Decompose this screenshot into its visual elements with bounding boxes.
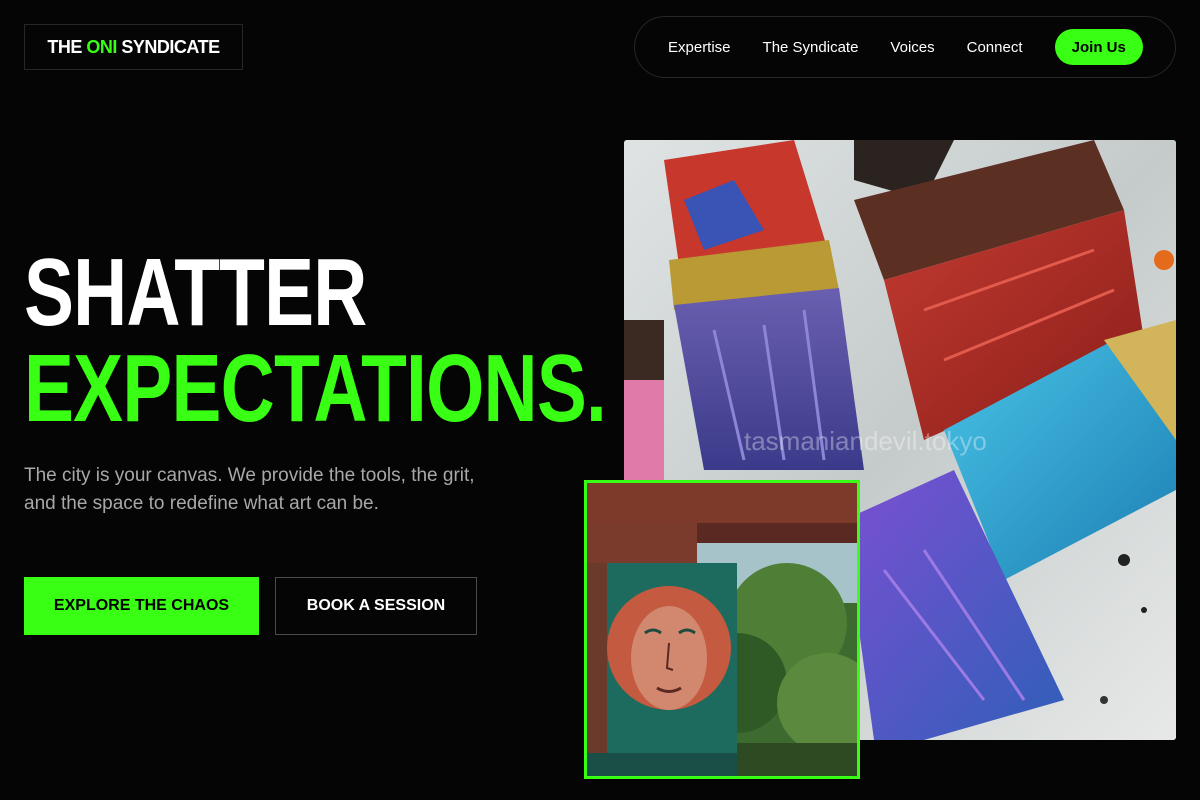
hero-title-line2: EXPECTATIONS. (24, 335, 607, 442)
logo-text-pre: THE (47, 36, 87, 57)
book-a-session-button[interactable]: BOOK A SESSION (275, 577, 477, 635)
logo-text-accent: ONI (86, 36, 117, 57)
hero-title-line1: SHATTER (24, 239, 367, 346)
nav-item-expertise[interactable]: Expertise (668, 39, 731, 56)
join-us-button[interactable]: Join Us (1054, 29, 1143, 65)
brand-logo[interactable]: THE ONI SYNDICATE (24, 24, 243, 70)
mural-image (584, 480, 860, 779)
main-nav: Expertise The Syndicate Voices Connect J… (634, 16, 1176, 78)
hero-subtitle: The city is your canvas. We provide the … (24, 465, 475, 514)
landing-page: THE ONI SYNDICATE Expertise The Syndicat… (0, 0, 1200, 800)
nav-item-connect[interactable]: Connect (967, 39, 1023, 56)
logo-text-post: SYNDICATE (116, 36, 220, 57)
nav-item-the-syndicate[interactable]: The Syndicate (763, 39, 859, 56)
explore-the-chaos-button[interactable]: EXPLORE THE CHAOS (24, 577, 259, 635)
watermark-text: tasmaniandevil.tokyo (744, 426, 987, 456)
nav-item-voices[interactable]: Voices (890, 39, 934, 56)
mural-illustration (587, 483, 857, 776)
